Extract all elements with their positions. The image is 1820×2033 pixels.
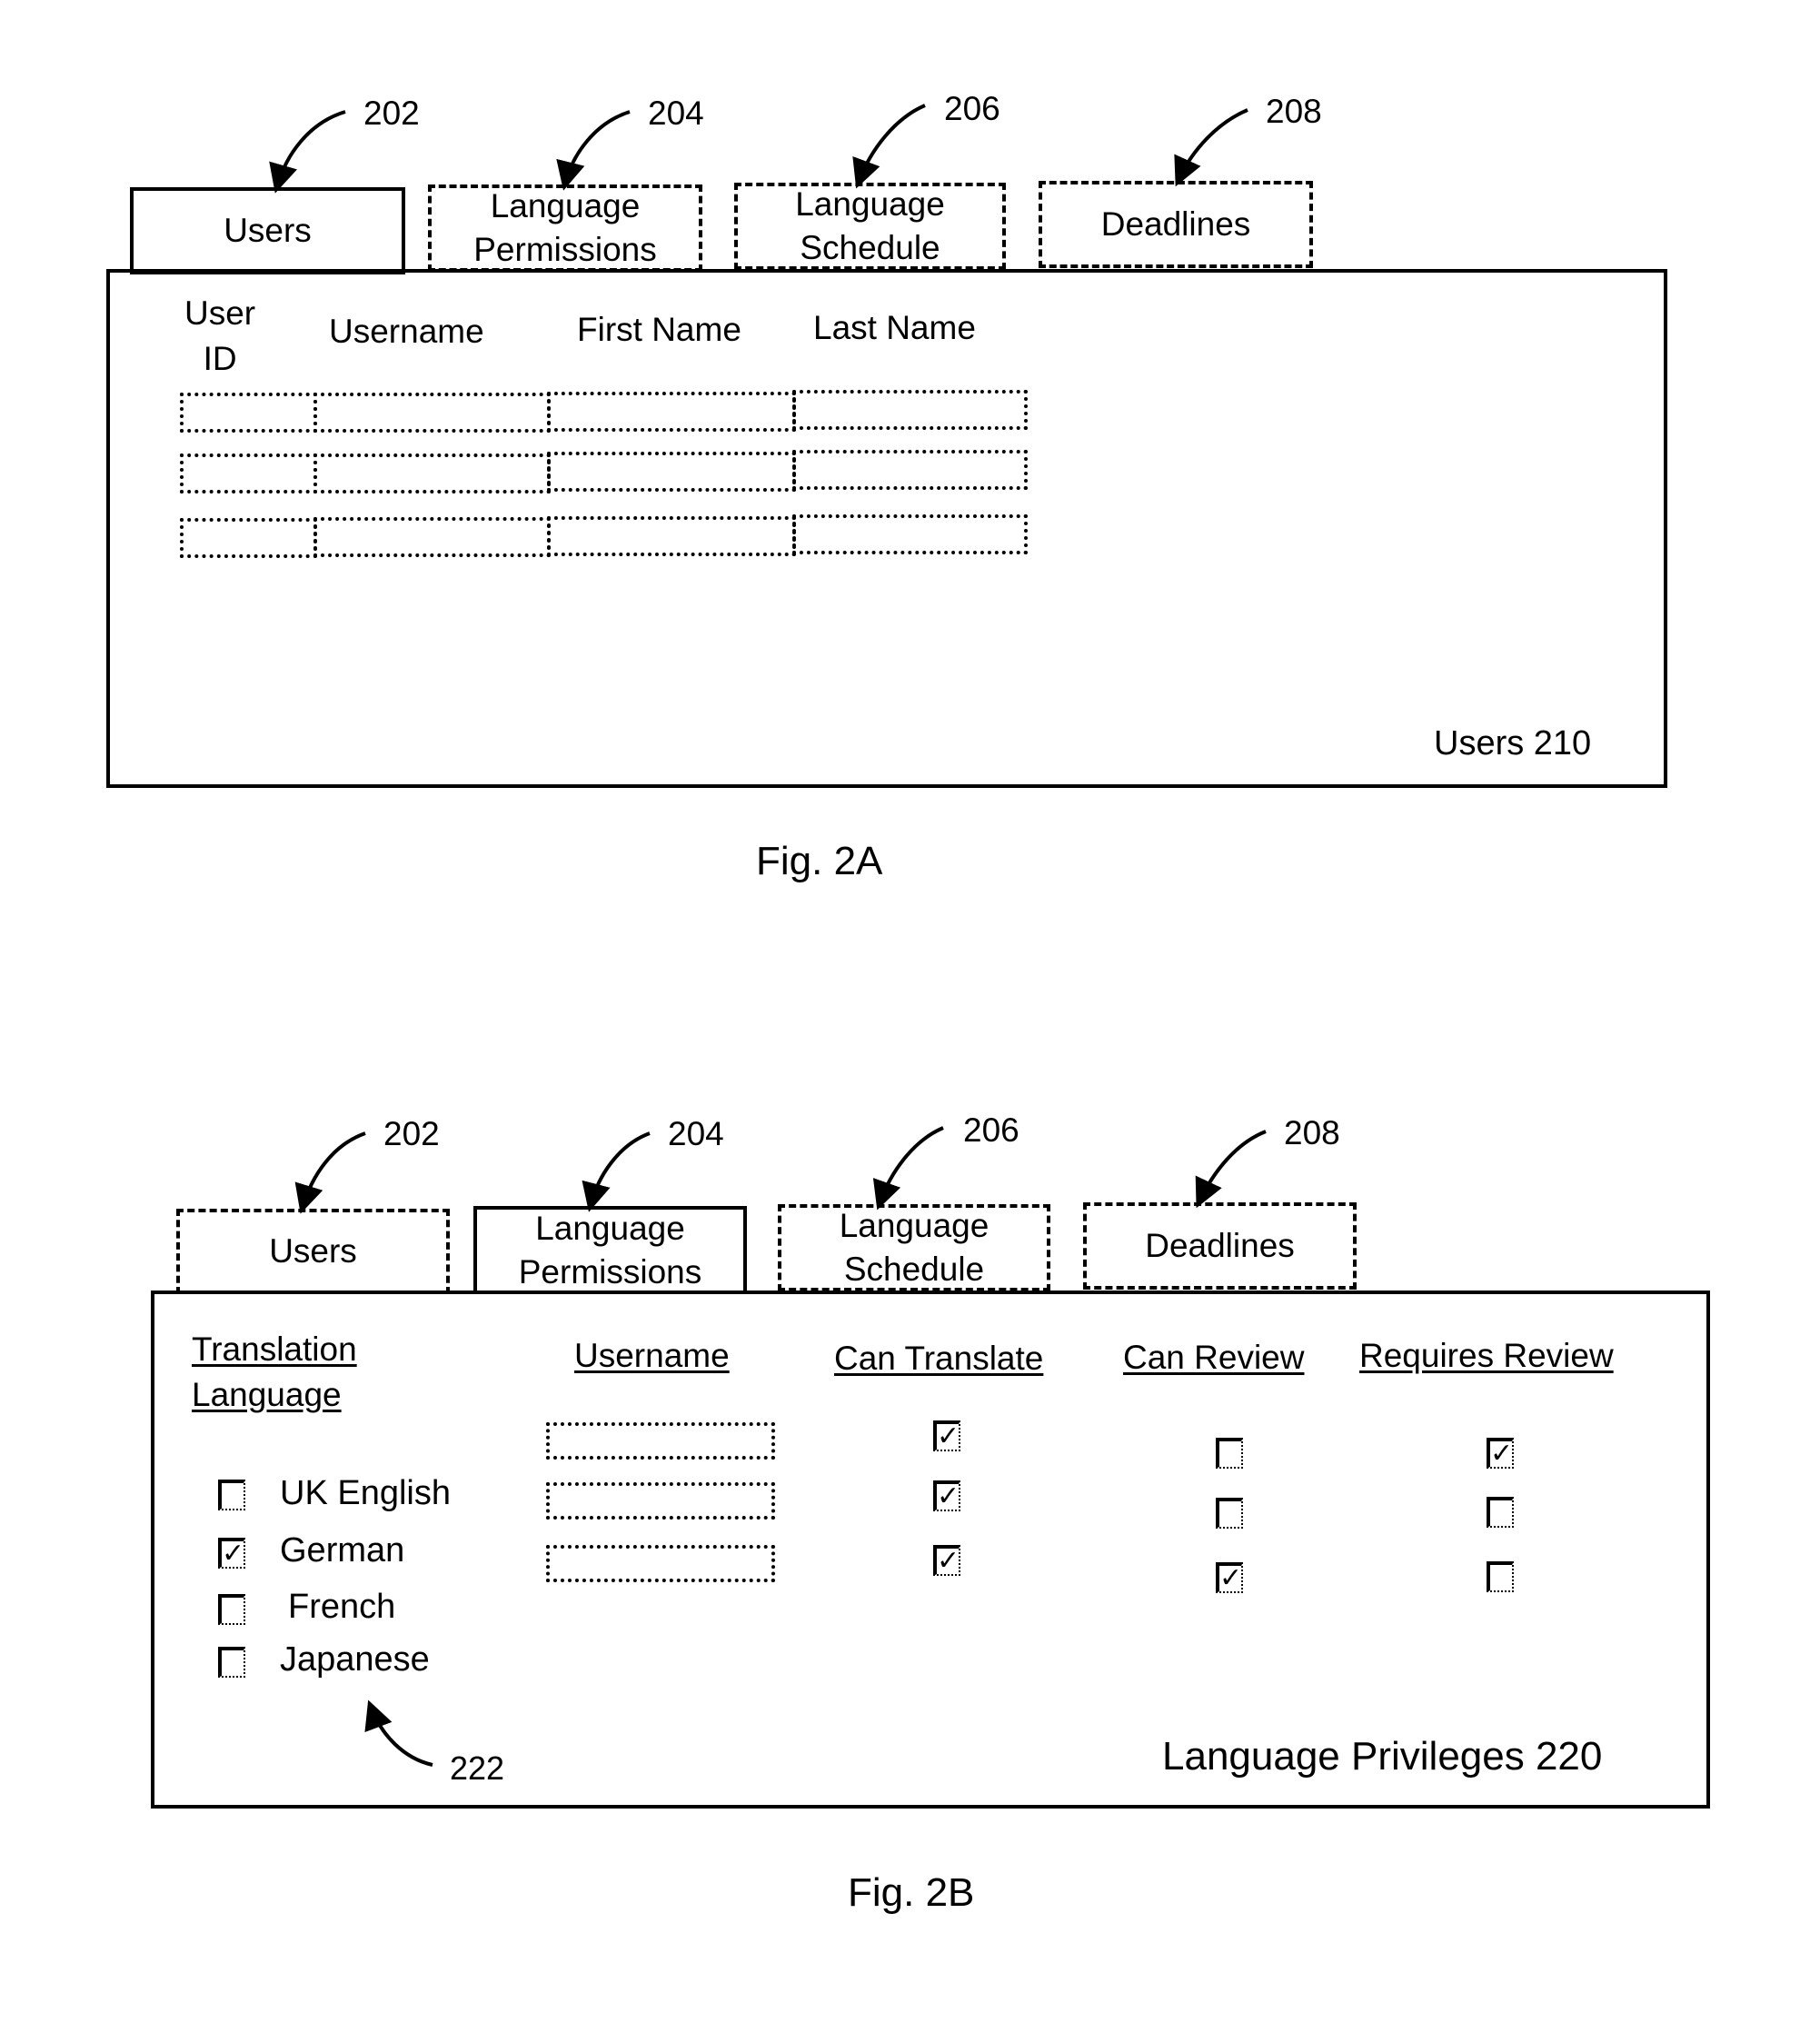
curved-arrow-icon <box>364 1699 433 1767</box>
curved-arrow-icon <box>872 1126 944 1211</box>
curved-arrow-icon <box>269 110 346 194</box>
curved-arrow-icon <box>294 1131 366 1214</box>
curved-arrow-icon <box>852 104 926 189</box>
curved-arrow-icon <box>1174 108 1248 187</box>
curved-arrow-icon <box>582 1131 651 1212</box>
curved-arrow-icon <box>556 110 631 191</box>
curved-arrow-icon <box>1195 1130 1267 1209</box>
leader-arrows <box>269 104 1267 1767</box>
